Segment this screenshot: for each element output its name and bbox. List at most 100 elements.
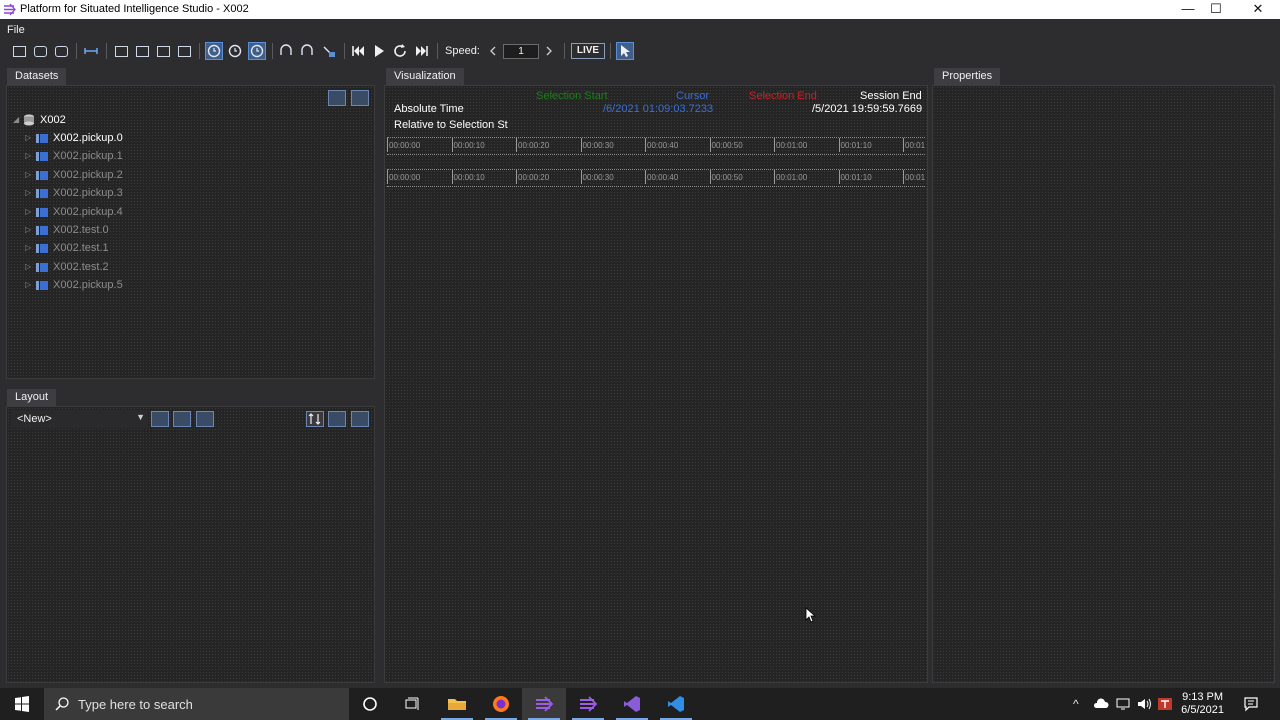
notifications-icon[interactable] [1243, 696, 1259, 712]
dataset-tree: ◢ X002 ▷ X002.pickup.0 ▷ X002.pickup.1 ▷ X002… [13, 112, 353, 372]
taskbar-search-input[interactable]: Type here to search [44, 688, 349, 720]
delete-layout-icon[interactable] [196, 411, 214, 427]
expand-layout-icon[interactable] [328, 411, 346, 427]
expand-arrow-icon[interactable]: ▷ [25, 130, 31, 146]
vscode-icon[interactable] [654, 688, 698, 720]
pointer-icon[interactable] [616, 42, 634, 60]
collapse-layout-icon[interactable] [351, 411, 369, 427]
tree-item-label: X002.pickup.4 [53, 205, 123, 218]
tab-properties[interactable]: Properties [934, 68, 1001, 85]
cortana-icon[interactable] [348, 688, 392, 720]
sync-icon[interactable] [82, 42, 100, 60]
tree-item-label: X002.test.2 [53, 260, 109, 273]
window-title: Platform for Situated Intelligence Studi… [20, 3, 249, 15]
live-button[interactable]: LIVE [571, 43, 605, 59]
file-explorer-icon[interactable] [435, 688, 479, 720]
search-icon [55, 697, 69, 711]
search-placeholder: Type here to search [78, 697, 193, 712]
database-icon [24, 114, 34, 126]
partition-icon [36, 170, 48, 180]
sort-icon[interactable] [306, 411, 324, 427]
layout-2-icon[interactable] [133, 42, 151, 60]
timing-icon[interactable] [248, 42, 266, 60]
onedrive-icon[interactable] [1093, 698, 1109, 710]
tree-item-label: X002.pickup.0 [53, 132, 123, 144]
psi-studio-taskbar-icon[interactable] [522, 688, 566, 720]
save-dataset-icon[interactable] [52, 42, 70, 60]
absolute-time-icon[interactable] [205, 42, 223, 60]
psi-studio-2-taskbar-icon[interactable] [566, 688, 610, 720]
open-dataset-icon[interactable] [31, 42, 49, 60]
expand-arrow-icon[interactable]: ▷ [25, 240, 31, 256]
ruler-tick-label: 00:00:00 [387, 138, 420, 152]
tree-item-label: X002.test.0 [53, 224, 109, 236]
task-view-icon[interactable] [390, 688, 434, 720]
save-layout-icon[interactable] [151, 411, 169, 427]
tray-chevron-up-icon[interactable]: ^ [1073, 697, 1079, 711]
clock-time: 9:13 PM [1182, 691, 1224, 703]
start-button[interactable] [0, 688, 44, 720]
partition-icon [36, 281, 48, 291]
expanded-arrow-icon: ◢ [13, 115, 20, 124]
maximize-button[interactable]: ☐ [1198, 0, 1234, 19]
taskbar: Type here to search ^ 9:13 PM 6/5/2021 [0, 688, 1280, 720]
menu-file[interactable]: File [7, 24, 25, 36]
speed-label: Speed: [445, 45, 480, 57]
menu-bar: File [0, 19, 1280, 39]
clear-selection-icon[interactable] [320, 42, 338, 60]
expand-all-icon[interactable] [328, 90, 346, 106]
close-button[interactable]: ✕ [1240, 0, 1276, 19]
timeline-ruler-absolute[interactable]: 00:00:00 00:00:10 00:00:20 00:00:30 00:00:40… [387, 137, 925, 155]
layout-3-icon[interactable] [154, 42, 172, 60]
tab-visualization[interactable]: Visualization [386, 68, 464, 85]
zoom-to-selection-icon[interactable] [298, 42, 316, 60]
relative-time-icon[interactable] [226, 42, 244, 60]
layout-4-icon[interactable] [175, 42, 193, 60]
windows-icon [15, 696, 29, 712]
speed-input[interactable]: 1 [503, 44, 539, 59]
tab-datasets[interactable]: Datasets [7, 68, 67, 85]
ruler-tick-label: 00:00:50 [709, 170, 743, 184]
go-to-end-icon[interactable] [413, 42, 431, 60]
relative-time-label: Relative to Selection St [394, 119, 508, 131]
expand-arrow-icon[interactable]: ▷ [25, 222, 31, 238]
speed-increase-icon[interactable] [540, 42, 558, 60]
layout-1-icon[interactable] [112, 42, 130, 60]
expand-arrow-icon[interactable]: ▷ [25, 148, 31, 164]
visual-studio-icon[interactable] [610, 688, 654, 720]
partition-icon [36, 262, 48, 272]
save-layout-as-icon[interactable] [173, 411, 191, 427]
title-bar: Platform for Situated Intelligence Studi… [0, 0, 1280, 19]
partition-icon [36, 152, 48, 162]
new-dataset-icon[interactable] [10, 42, 28, 60]
play-icon[interactable] [370, 42, 388, 60]
expand-arrow-icon[interactable]: ▷ [25, 185, 31, 201]
app-logo-icon [4, 3, 16, 16]
partition-icon [36, 207, 48, 217]
partition-icon [36, 189, 48, 199]
volume-icon[interactable] [1136, 697, 1152, 711]
repeat-icon[interactable] [391, 42, 409, 60]
timeline-ruler-relative[interactable]: 00:00:00 00:00:10 00:00:20 00:00:30 00:00:40… [387, 169, 925, 187]
ruler-tick-label: 00:01 [903, 170, 925, 184]
collapse-all-icon[interactable] [351, 90, 369, 106]
network-icon[interactable] [1115, 697, 1131, 711]
ruler-tick-label: 00:00:40 [645, 138, 678, 152]
zoom-to-session-icon[interactable] [277, 42, 295, 60]
dataset-root-label: X002 [40, 114, 66, 126]
speed-decrease-icon[interactable] [484, 42, 502, 60]
expand-arrow-icon[interactable]: ▷ [25, 277, 31, 293]
tree-item-label: X002.pickup.5 [53, 279, 123, 292]
input-method-icon[interactable] [1157, 697, 1173, 711]
expand-arrow-icon[interactable]: ▷ [25, 167, 31, 183]
go-to-start-icon[interactable] [349, 42, 367, 60]
chevron-down-icon[interactable]: ▼ [136, 412, 145, 422]
expand-arrow-icon[interactable]: ▷ [25, 204, 31, 220]
layout-select[interactable]: <New> ▼ [11, 410, 148, 428]
clock[interactable]: 9:13 PM 6/5/2021 [1181, 691, 1224, 717]
firefox-icon[interactable] [479, 688, 523, 720]
expand-arrow-icon[interactable]: ▷ [25, 259, 31, 275]
ruler-tick-label: 00:01:10 [838, 138, 872, 152]
tab-layout[interactable]: Layout [7, 389, 57, 406]
cursor-label: Cursor [676, 90, 710, 102]
